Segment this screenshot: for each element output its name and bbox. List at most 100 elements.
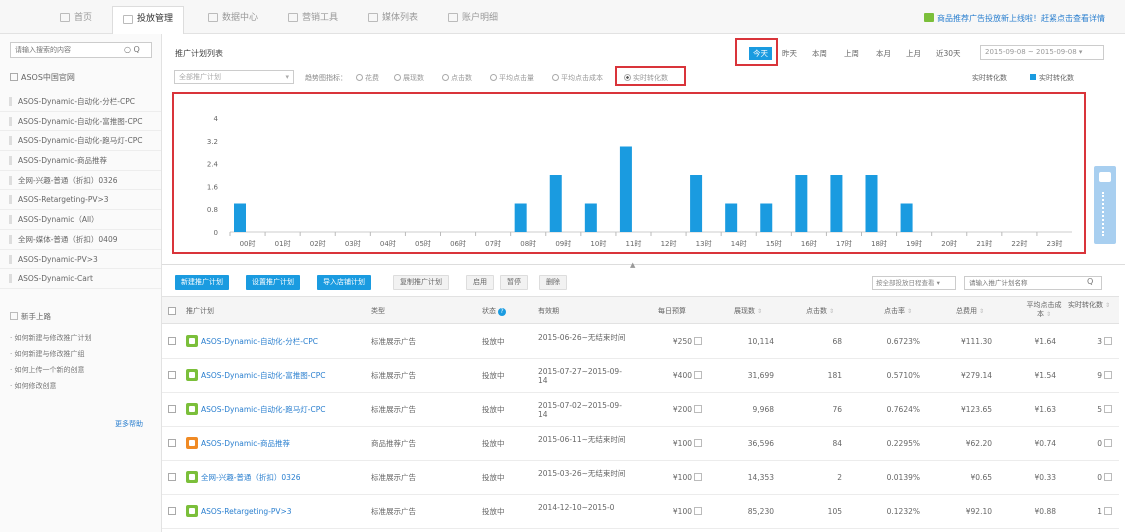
col-realtime-conversions[interactable]: 实时转化数 ⇕ — [1066, 297, 1112, 325]
sidebar-item[interactable]: 全网-媒体-普通（折扣）0409 — [0, 230, 161, 250]
select-all-checkbox[interactable] — [168, 307, 176, 315]
nav-tab-data-center[interactable]: 数据中心 — [208, 8, 258, 28]
detail-icon[interactable] — [1104, 507, 1112, 515]
bar-11时[interactable] — [619, 146, 632, 233]
conversions-cell[interactable]: 0 — [1072, 461, 1112, 495]
sort-icon[interactable]: ⇕ — [1105, 302, 1110, 309]
pause-button[interactable]: 暂停 — [500, 275, 528, 290]
detail-icon[interactable] — [1104, 473, 1112, 481]
sidebar-root-account[interactable]: ASOS中国官网 — [10, 72, 75, 83]
table-row[interactable]: ASOS-Dynamic-自动化-富推图-CPC 标准展示广告 投放中 2015-07… — [162, 359, 1119, 393]
search-icon[interactable]: Q — [1087, 277, 1093, 286]
table-row[interactable]: ASOS-Dynamic-自动化-分栏-CPC 标准展示广告 投放中 2015-06-… — [162, 325, 1119, 359]
more-help-link[interactable]: 更多帮助 — [115, 419, 143, 429]
guide-link[interactable]: · 如何新建与修改推广组 — [10, 346, 91, 362]
plan-cell[interactable]: ASOS-Dynamic-自动化-跑马灯-CPC — [186, 393, 325, 427]
plan-cell[interactable]: ASOS-Dynamic-自动化-富推图-CPC — [186, 359, 325, 393]
schedule-filter-select[interactable]: 按全部投放日程查看 ▾ — [872, 276, 956, 290]
sidebar-item[interactable]: 全网-兴趣-普通（折扣）0326 — [0, 171, 161, 191]
plan-cell[interactable]: ASOS-Retargeting-PV>3 — [186, 495, 292, 529]
edit-icon[interactable] — [694, 337, 702, 345]
plan-name-link[interactable]: ASOS-Dynamic-自动化-跑马灯-CPC — [201, 405, 325, 414]
budget-cell[interactable]: ¥100 — [642, 427, 702, 461]
sidebar-item[interactable]: ASOS-Dynamic-自动化-跑马灯-CPC — [0, 131, 161, 152]
detail-icon[interactable] — [1104, 405, 1112, 413]
metric-radio-impressions[interactable]: 展现数 — [394, 73, 424, 83]
conversions-cell[interactable]: 5 — [1072, 393, 1112, 427]
plan-select[interactable]: 全部推广计划 ▾ — [174, 70, 294, 84]
search-icon[interactable]: ○ Q — [124, 45, 140, 54]
conversions-cell[interactable]: 0 — [1072, 427, 1112, 461]
edit-icon[interactable] — [694, 371, 702, 379]
collapse-icon[interactable] — [10, 73, 18, 81]
sidebar-item[interactable]: ASOS-Dynamic-商品推荐 — [0, 151, 161, 171]
metric-radio-avg-cpc[interactable]: 平均点击成本 — [552, 73, 603, 83]
period-last-30-days[interactable]: 近30天 — [936, 47, 961, 60]
budget-cell[interactable]: ¥200 — [642, 393, 702, 427]
budget-cell[interactable]: ¥100 — [642, 461, 702, 495]
metric-radio-avg-clicks[interactable]: 平均点击量 — [490, 73, 534, 83]
conversions-cell[interactable]: 1 — [1072, 495, 1112, 529]
col-clicks[interactable]: 点击数 ⇕ — [806, 297, 834, 325]
detail-icon[interactable] — [1104, 439, 1112, 447]
metric-radio-clicks[interactable]: 点击数 — [442, 73, 472, 83]
col-avg-cpc[interactable]: 平均点击成本 ⇕ — [1026, 297, 1062, 325]
sort-icon[interactable]: ⇕ — [757, 308, 762, 315]
import-store-plan-button[interactable]: 导入店铺计划 — [317, 275, 371, 290]
period-this-week[interactable]: 本周 — [812, 47, 827, 60]
bar-16时[interactable] — [795, 175, 808, 232]
row-checkbox[interactable] — [168, 371, 176, 379]
bar-10时[interactable] — [584, 203, 597, 233]
sidebar-item[interactable]: ASOS-Dynamic-自动化-富推图-CPC — [0, 112, 161, 132]
bar-19时[interactable] — [900, 203, 913, 233]
edit-icon[interactable] — [694, 405, 702, 413]
help-icon[interactable]: ? — [498, 308, 506, 316]
bar-09时[interactable] — [549, 175, 562, 232]
table-row[interactable]: ASOS-Retargeting-PV>3 标准展示广告 投放中 2014-12-10… — [162, 495, 1119, 529]
period-yesterday[interactable]: 昨天 — [782, 47, 797, 60]
row-checkbox[interactable] — [168, 439, 176, 447]
plan-cell[interactable]: ASOS-Dynamic-商品推荐 — [186, 427, 290, 461]
sidebar-item[interactable]: ASOS-Dynamic（All） — [0, 210, 161, 230]
conversions-cell[interactable]: 9 — [1072, 359, 1112, 393]
period-last-month[interactable]: 上月 — [906, 47, 921, 60]
sidebar-item[interactable]: ASOS-Dynamic-Cart — [0, 269, 161, 289]
plan-search-input[interactable] — [964, 276, 1102, 290]
sort-icon[interactable]: ⇕ — [979, 308, 984, 315]
plan-cell[interactable]: 全网-兴趣-普通（折扣）0326 — [186, 461, 301, 495]
conversions-cell[interactable]: 3 — [1072, 325, 1112, 359]
detail-icon[interactable] — [1104, 337, 1112, 345]
enable-button[interactable]: 启用 — [466, 275, 494, 290]
budget-cell[interactable]: ¥400 — [642, 359, 702, 393]
row-checkbox[interactable] — [168, 473, 176, 481]
plan-name-link[interactable]: ASOS-Retargeting-PV>3 — [201, 507, 292, 516]
copy-plan-button[interactable]: 复制推广计划 — [393, 275, 449, 290]
row-checkbox[interactable] — [168, 337, 176, 345]
online-service-tab[interactable] — [1094, 166, 1116, 244]
nav-tab-marketing-tools[interactable]: 营销工具 — [288, 8, 338, 28]
bar-17时[interactable] — [830, 175, 843, 232]
bar-14时[interactable] — [725, 203, 738, 233]
new-plan-button[interactable]: 新建推广计划 — [175, 275, 229, 290]
collapse-chart-icon[interactable]: ▲ — [630, 261, 635, 269]
nav-tab-account[interactable]: 账户明细 — [448, 8, 498, 28]
plan-name-link[interactable]: ASOS-Dynamic-自动化-富推图-CPC — [201, 371, 325, 380]
sidebar-item[interactable]: ASOS-Dynamic-PV>3 — [0, 250, 161, 270]
guide-link[interactable]: · 如何上传一个新的创意 — [10, 362, 91, 378]
period-last-week[interactable]: 上周 — [844, 47, 859, 60]
bar-15时[interactable] — [760, 203, 773, 233]
col-total-cost[interactable]: 总费用 ⇕ — [956, 297, 984, 325]
detail-icon[interactable] — [1104, 371, 1112, 379]
budget-cell[interactable]: ¥250 — [642, 325, 702, 359]
sort-icon[interactable]: ⇕ — [829, 308, 834, 315]
sidebar-item[interactable]: ASOS-Dynamic-自动化-分栏-CPC — [0, 92, 161, 112]
edit-icon[interactable] — [694, 507, 702, 515]
sidebar-item[interactable]: ASOS-Retargeting-PV>3 — [0, 190, 161, 211]
col-impressions[interactable]: 展现数 ⇕ — [734, 297, 762, 325]
budget-cell[interactable]: ¥100 — [642, 495, 702, 529]
table-row[interactable]: 全网-兴趣-普通（折扣）0326 标准展示广告 投放中 2015-03-26~无结束时… — [162, 461, 1119, 495]
nav-tab-home[interactable]: 首页 — [60, 8, 92, 28]
plan-name-link[interactable]: 全网-兴趣-普通（折扣）0326 — [201, 473, 301, 482]
plan-cell[interactable]: ASOS-Dynamic-自动化-分栏-CPC — [186, 325, 318, 359]
plan-name-link[interactable]: ASOS-Dynamic-商品推荐 — [201, 439, 290, 448]
